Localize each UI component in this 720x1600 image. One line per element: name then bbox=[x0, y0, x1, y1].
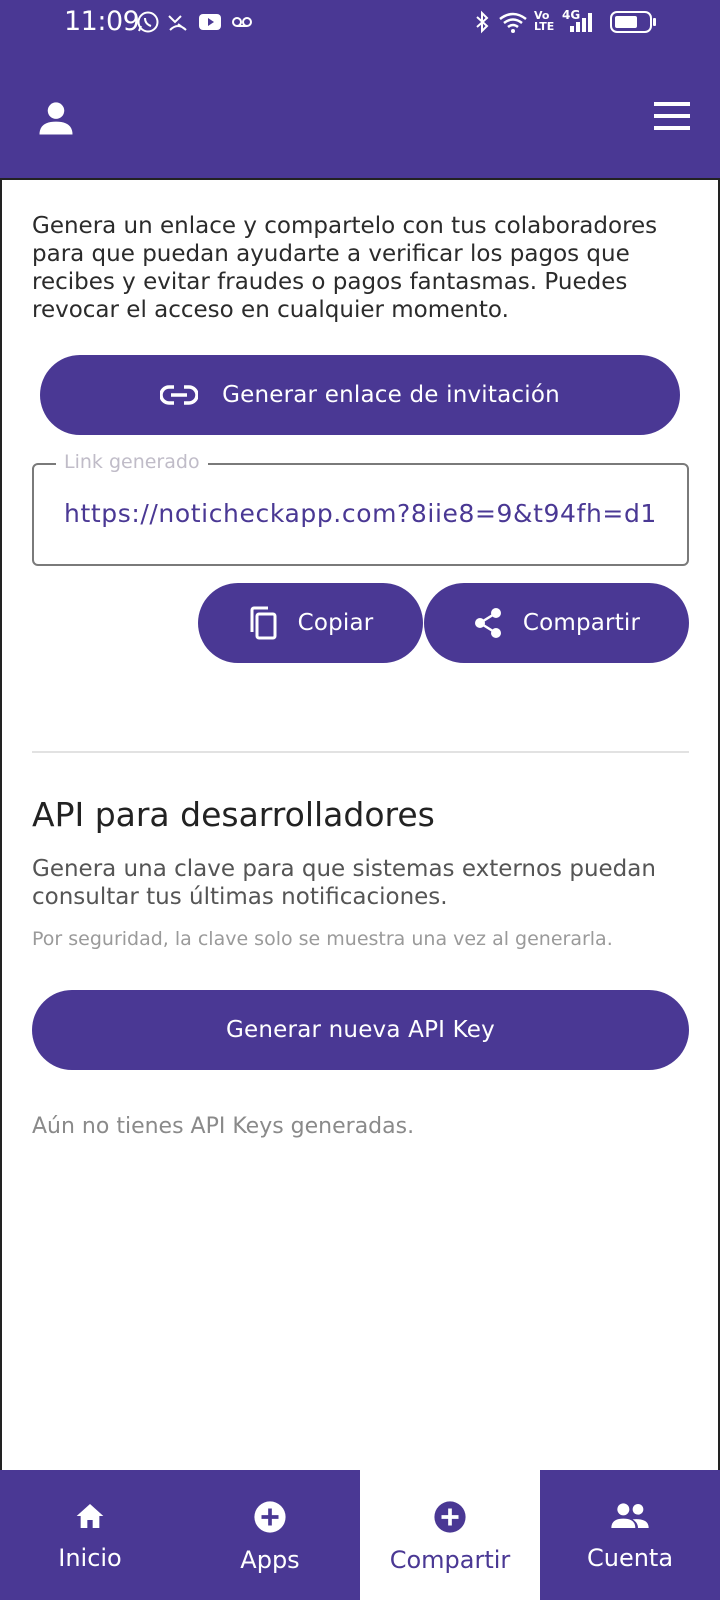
battery-icon bbox=[610, 11, 656, 33]
whatsapp-icon bbox=[137, 11, 159, 33]
nav-label-inicio: Inicio bbox=[58, 1544, 122, 1572]
nav-label-apps: Apps bbox=[240, 1546, 300, 1574]
no-api-keys-text: Aún no tienes API Keys generadas. bbox=[32, 1114, 415, 1139]
copy-icon bbox=[250, 606, 277, 640]
home-icon bbox=[76, 1504, 104, 1528]
bluetooth-icon bbox=[476, 10, 489, 34]
hamburger-menu-icon bbox=[654, 102, 690, 130]
generated-link-field[interactable]: Link generado https://noticheckapp.com?8… bbox=[32, 451, 689, 566]
nav-label-cuenta: Cuenta bbox=[586, 1544, 674, 1572]
api-description: Genera una clave para que sistemas exter… bbox=[32, 856, 656, 910]
nav-label-compartir: Compartir bbox=[389, 1546, 511, 1574]
person-icon bbox=[39, 102, 73, 135]
copy-link-button[interactable]: Copiar bbox=[198, 583, 423, 663]
volte-label: Vo LTE bbox=[534, 9, 555, 33]
invite-description: Genera un enlace y compartelo con tus co… bbox=[32, 213, 658, 323]
share-link-label: Compartir bbox=[522, 610, 641, 636]
generate-invite-link-button[interactable]: Generar enlace de invitación bbox=[40, 355, 680, 435]
add-circle-icon bbox=[434, 1501, 466, 1533]
api-section-title: API para desarrolladores bbox=[32, 795, 435, 834]
voicemail-icon bbox=[232, 17, 252, 27]
bottom-navigation: Inicio Apps Compartir Cuenta bbox=[0, 1470, 720, 1600]
missed-call-icon bbox=[168, 15, 187, 31]
menu-button[interactable] bbox=[652, 98, 692, 134]
frame-border-left bbox=[0, 180, 2, 1470]
link-icon bbox=[160, 385, 199, 405]
generated-link-value[interactable]: https://noticheckapp.com?8iie8=9&t94fh=d… bbox=[64, 499, 664, 528]
nav-item-apps[interactable]: Apps bbox=[180, 1470, 360, 1600]
nav-item-compartir[interactable]: Compartir bbox=[360, 1470, 540, 1600]
app-bar-divider bbox=[0, 178, 720, 180]
share-link-button[interactable]: Compartir bbox=[424, 583, 689, 663]
group-icon bbox=[611, 1503, 649, 1528]
generate-api-key-button[interactable]: Generar nueva API Key bbox=[32, 990, 689, 1070]
add-circle-icon bbox=[254, 1501, 286, 1533]
nav-item-inicio[interactable]: Inicio bbox=[0, 1470, 180, 1600]
generated-link-label: Link generado bbox=[56, 451, 208, 473]
youtube-icon bbox=[199, 14, 221, 30]
share-icon bbox=[474, 608, 501, 638]
status-bar: 11:09 Vo LTE 4G bbox=[0, 0, 720, 44]
status-time: 11:09 bbox=[64, 6, 140, 37]
nav-item-cuenta[interactable]: Cuenta bbox=[540, 1470, 720, 1600]
generate-invite-link-label: Generar enlace de invitación bbox=[222, 382, 560, 408]
api-security-note: Por seguridad, la clave solo se muestra … bbox=[32, 928, 613, 950]
section-divider bbox=[32, 751, 689, 753]
wifi-icon bbox=[499, 12, 527, 33]
signal-4g-icon bbox=[570, 13, 592, 32]
generate-api-key-label: Generar nueva API Key bbox=[226, 1017, 495, 1043]
profile-button[interactable] bbox=[34, 96, 78, 140]
copy-link-label: Copiar bbox=[297, 610, 374, 636]
